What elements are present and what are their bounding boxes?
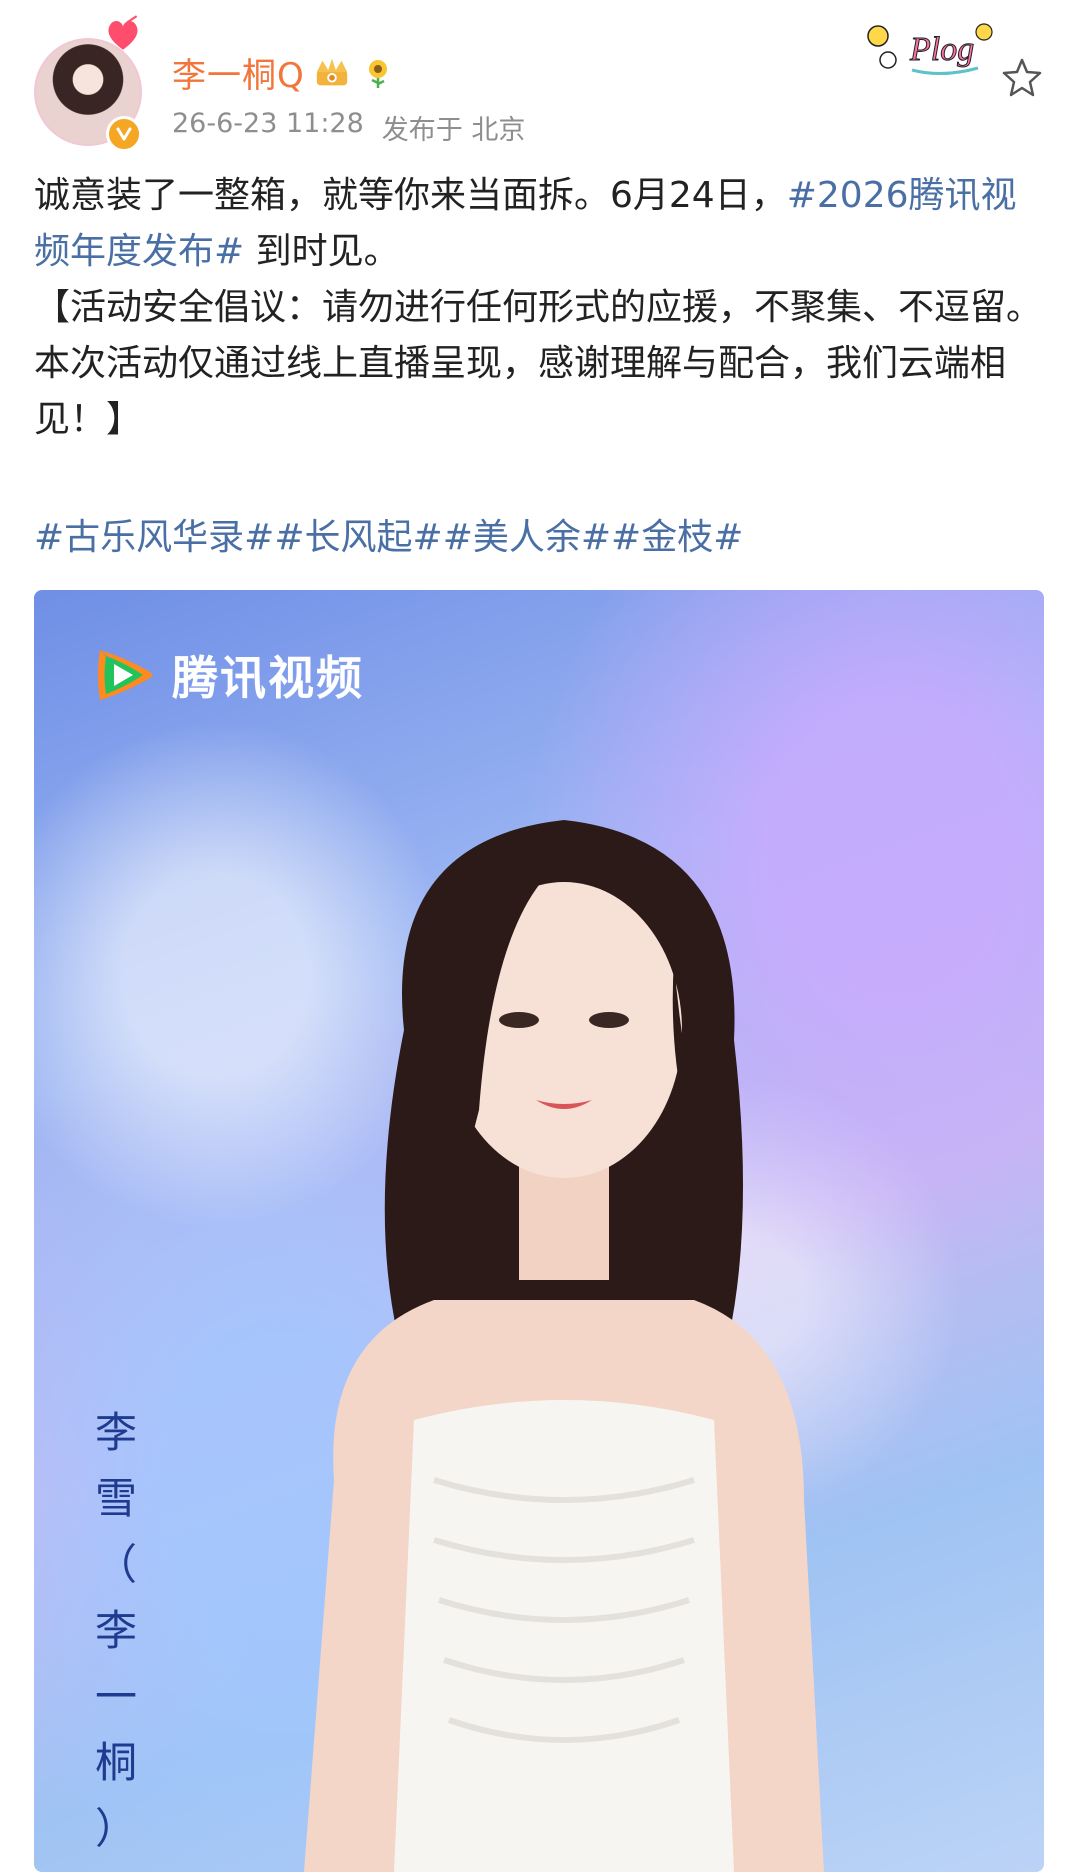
sunflower-icon [368,59,387,88]
caption-char: 李 [94,1408,137,1457]
body-text-prefix: 诚意装了一整箱，就等你来当面拆。6月24日， [34,175,787,216]
post-location: 发布于 北京 [381,115,526,146]
post-body-paragraph: 诚意装了一整箱，就等你来当面拆。6月24日，#2026腾讯视频年度发布# 到时见… [34,168,1044,280]
username[interactable]: 李一桐Q [172,48,305,97]
favorite-star-icon[interactable] [1000,56,1044,100]
avatar-container[interactable] [34,15,142,152]
hashtag-link[interactable]: #美人余# [443,517,611,558]
tencent-video-logo: 腾讯视频 [92,642,364,708]
caption-char: （ [94,1540,137,1589]
verified-v-icon [116,127,132,141]
tencent-video-play-icon [98,650,152,700]
post-timestamp: 26-6-23 11:28 [172,108,364,139]
tencent-video-logo-text: 腾讯视频 [172,651,364,705]
body-text-suffix: 到时见。 [244,231,400,272]
plog-sticker-text: Plog [909,31,974,68]
heart-decoration-icon [108,15,138,50]
caption-char: 一 [94,1672,137,1721]
crown-icon [316,58,347,85]
caption-char: 李 [94,1606,137,1655]
hashtag-link[interactable]: #金枝# [611,517,743,558]
post-image[interactable]: 腾讯视频 李 雪 （ 李 一 桐 ） [34,590,1044,1872]
plog-sticker-icon: Plog [867,23,993,76]
username-row: 李一桐Q [172,48,397,97]
caption-char: 桐 [94,1738,137,1787]
caption-char: ） [94,1804,137,1853]
hashtag-list: #古乐风华录##长风起##美人余##金枝# [34,510,743,566]
safety-notice: 【活动安全倡议：请勿进行任何形式的应援，不聚集、不逗留。本次活动仅通过线上直播呈… [34,287,1043,440]
hashtag-link[interactable]: #古乐风华录# [34,517,274,558]
portrait-figure [304,820,824,1872]
post-body: 诚意装了一整箱，就等你来当面拆。6月24日，#2026腾讯视频年度发布# 到时见… [34,168,1044,448]
caption-char: 雪 [94,1474,137,1523]
verified-badge-icon [106,116,142,152]
post-meta: 26-6-23 11:28 发布于 北京 [172,108,525,147]
weibo-post: 李一桐Q 26-6-23 11:28 发布于 北京 Plog 诚意装了一整箱，就… [0,0,1080,1872]
image-caption: 李 雪 （ 李 一 桐 ） [86,1400,146,1862]
hashtag-link[interactable]: #长风起# [274,517,442,558]
